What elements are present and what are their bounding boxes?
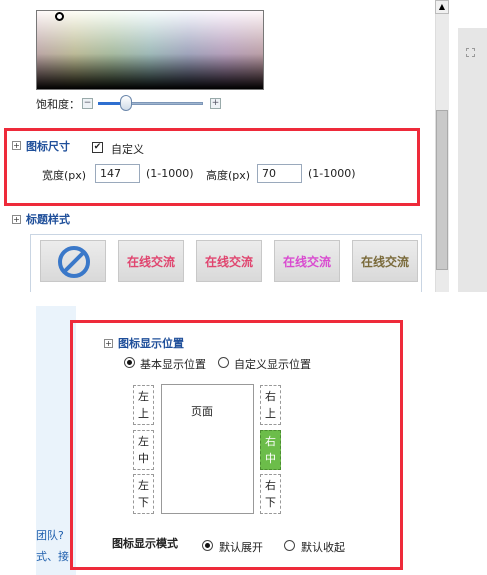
- saturation-label: 饱和度：: [36, 98, 80, 111]
- height-label: 高度(px): [206, 169, 251, 182]
- style-tile-2[interactable]: 在线交流: [196, 240, 262, 282]
- custom-size-checkbox[interactable]: ✔: [92, 142, 103, 153]
- position-left-middle-line2: 中: [138, 452, 149, 465]
- right-side-panel: [458, 28, 487, 292]
- color-picker-cursor[interactable]: [55, 12, 64, 21]
- default-collapse-label: 默认收起: [301, 541, 345, 554]
- color-picker-area[interactable]: [36, 10, 264, 90]
- position-right-middle-line2: 中: [265, 452, 276, 465]
- icon-size-title: 图标尺寸: [26, 140, 70, 153]
- panel-grip-icon: [466, 48, 475, 57]
- style-tile-2-text: 在线交流: [204, 255, 253, 269]
- position-left-middle-line1: 左: [138, 435, 149, 448]
- style-tile-none[interactable]: [40, 240, 106, 282]
- height-range-hint: (1-1000): [308, 167, 356, 180]
- position-left-bottom[interactable]: 左 下: [133, 474, 154, 514]
- style-tile-3-text: 在线交流: [282, 255, 331, 269]
- style-tile-4[interactable]: 在线交流: [352, 240, 418, 282]
- position-left-bottom-line1: 左: [138, 479, 149, 492]
- expand-plus-icon[interactable]: +: [104, 339, 113, 348]
- position-right-top-line1: 右: [265, 390, 276, 403]
- position-right-top-line2: 上: [265, 407, 276, 420]
- scrollbar-thumb[interactable]: [436, 110, 448, 270]
- custom-size-label: 自定义: [111, 143, 144, 156]
- radio-basic-position[interactable]: [124, 357, 135, 368]
- position-right-bottom-line1: 右: [265, 479, 276, 492]
- width-label: 宽度(px): [42, 169, 87, 182]
- width-input[interactable]: 147: [95, 164, 140, 183]
- left-link-1[interactable]: 团队?: [36, 527, 64, 543]
- position-right-bottom-line2: 下: [265, 496, 276, 509]
- left-link-2[interactable]: 式、接: [36, 548, 69, 564]
- expand-plus-icon[interactable]: +: [12, 141, 21, 150]
- style-tile-1-text: 在线交流: [126, 255, 175, 269]
- position-left-middle[interactable]: 左 中: [133, 430, 154, 470]
- position-left-top-line1: 左: [138, 390, 149, 403]
- basic-position-label: 基本显示位置: [140, 358, 206, 371]
- display-mode-title: 图标显示模式: [112, 537, 178, 550]
- style-tile-4-text: 在线交流: [360, 255, 409, 269]
- position-left-top-line2: 上: [138, 407, 149, 420]
- style-tile-1[interactable]: 在线交流: [118, 240, 184, 282]
- position-right-top[interactable]: 右 上: [260, 385, 281, 425]
- default-expand-label: 默认展开: [219, 541, 263, 554]
- no-entry-icon: [58, 246, 90, 278]
- saturation-slider-handle[interactable]: [120, 95, 132, 111]
- position-left-top[interactable]: 左 上: [133, 385, 154, 425]
- scroll-up-arrow-icon[interactable]: ▲: [435, 0, 449, 14]
- minus-icon[interactable]: −: [82, 98, 93, 109]
- position-right-middle[interactable]: 右 中: [260, 430, 281, 470]
- position-right-middle-line1: 右: [265, 435, 276, 448]
- style-tile-3[interactable]: 在线交流: [274, 240, 340, 282]
- custom-position-label: 自定义显示位置: [234, 358, 311, 371]
- display-position-title: 图标显示位置: [118, 337, 184, 350]
- expand-plus-icon[interactable]: +: [12, 215, 21, 224]
- position-left-bottom-line2: 下: [138, 496, 149, 509]
- radio-default-expand[interactable]: [202, 540, 213, 551]
- radio-default-collapse[interactable]: [284, 540, 295, 551]
- plus-icon[interactable]: +: [210, 98, 221, 109]
- position-right-bottom[interactable]: 右 下: [260, 474, 281, 514]
- page-preview-label: 页面: [191, 405, 213, 418]
- radio-custom-position[interactable]: [218, 357, 229, 368]
- width-range-hint: (1-1000): [146, 167, 194, 180]
- height-input[interactable]: 70: [257, 164, 302, 183]
- title-style-title: 标题样式: [26, 213, 70, 226]
